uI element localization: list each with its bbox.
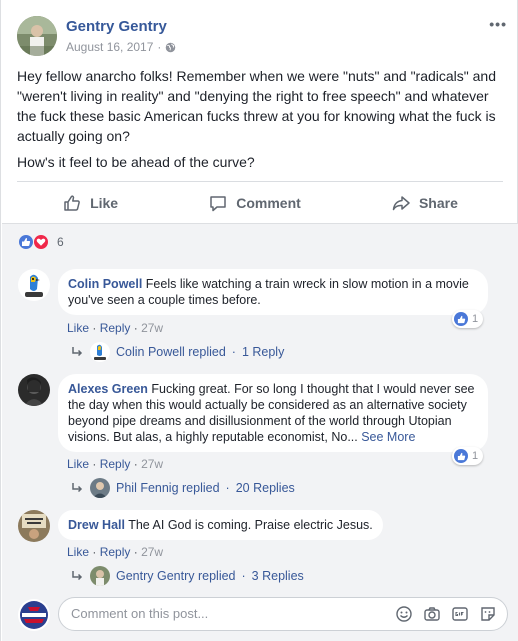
post-text-paragraph-1: Hey fellow anarcho folks! Remember when … <box>17 68 496 144</box>
like-reaction-icon <box>18 234 34 250</box>
reply-arrow-icon <box>72 571 83 581</box>
comment-actions: Like · Reply · 27w <box>67 321 164 335</box>
comment-button[interactable]: Comment <box>208 193 301 213</box>
share-label: Share <box>418 194 458 211</box>
comment-composer: Comment on this post... <box>18 597 508 633</box>
share-button[interactable]: Share <box>391 193 458 213</box>
comment-reply-link[interactable]: Reply <box>100 545 131 559</box>
globe-icon <box>166 42 176 52</box>
comment-bubble: Colin Powell Feels like watching a train… <box>58 269 488 315</box>
love-reaction-icon <box>33 234 49 250</box>
comment-like-link[interactable]: Like <box>67 457 89 471</box>
replier-avatar <box>90 566 110 586</box>
reply-summary-name: Gentry Gentry replied <box>116 569 236 583</box>
reply-summary-name: Phil Fennig replied <box>116 481 220 495</box>
share-arrow-icon <box>392 195 410 210</box>
view-replies-link[interactable]: Gentry Gentry replied · 3 Replies <box>70 566 304 586</box>
comment-author[interactable]: Alexes Green <box>68 382 148 396</box>
author-name[interactable]: Gentry Gentry <box>66 18 167 35</box>
like-button[interactable]: Like <box>62 193 118 213</box>
camera-icon[interactable] <box>423 605 441 623</box>
comment-timestamp[interactable]: 27w <box>141 457 163 471</box>
view-replies-link[interactable]: Phil Fennig replied · 20 Replies <box>70 478 295 498</box>
post-options-button[interactable]: ••• <box>489 16 507 32</box>
meta-separator: · <box>157 40 162 54</box>
post-date[interactable]: August 16, 2017 <box>66 40 153 54</box>
comment-reaction-badge[interactable]: 1 <box>452 310 484 328</box>
comment-actions: Like · Reply · 27w <box>67 545 164 559</box>
commenter-avatar[interactable] <box>18 510 50 542</box>
speech-bubble-icon <box>210 195 226 211</box>
reply-arrow-icon <box>72 347 83 357</box>
comment-bubble: Alexes Green Fucking great. For so long … <box>58 374 488 452</box>
comment-input-placeholder: Comment on this post... <box>71 606 209 621</box>
commenter-avatar[interactable] <box>18 374 50 406</box>
comment-timestamp[interactable]: 27w <box>141 545 163 559</box>
thumbs-up-icon <box>64 194 80 211</box>
post-actions: Like Comment Share <box>17 181 503 223</box>
current-user-avatar <box>18 599 50 631</box>
reactions-summary[interactable]: 6 <box>18 234 64 250</box>
replier-avatar <box>90 342 110 362</box>
reply-arrow-icon <box>72 483 83 493</box>
view-replies-link[interactable]: Colin Powell replied · 1 Reply <box>70 342 284 362</box>
commenter-avatar[interactable] <box>18 269 50 301</box>
comment-reaction-count: 1 <box>472 450 479 462</box>
comment-text: The AI God is coming. Praise electric Je… <box>128 518 373 532</box>
emoji-icon[interactable] <box>395 605 413 623</box>
replier-avatar <box>90 478 110 498</box>
like-reaction-icon <box>454 312 468 326</box>
reaction-count[interactable]: 6 <box>57 235 64 249</box>
comment-reply-link[interactable]: Reply <box>100 321 131 335</box>
like-label: Like <box>90 194 119 211</box>
reply-summary-name: Colin Powell replied <box>116 345 226 359</box>
comment-actions: Like · Reply · 27w <box>67 457 164 471</box>
post-text-paragraph-2: How's it feel to be ahead of the curve? <box>17 154 255 170</box>
like-reaction-icon <box>454 449 468 463</box>
sticker-icon[interactable] <box>479 605 497 623</box>
comment-reaction-count: 1 <box>472 313 479 325</box>
comment-author[interactable]: Colin Powell <box>68 277 142 291</box>
reply-summary-count: 1 Reply <box>241 345 285 359</box>
comment-bubble: Drew Hall The AI God is coming. Praise e… <box>58 510 383 540</box>
comment-author[interactable]: Drew Hall <box>68 518 125 532</box>
reply-summary-count: 3 Replies <box>251 569 304 583</box>
reply-summary-count: 20 Replies <box>235 481 295 495</box>
post-card: Gentry Gentry August 16, 2017 · ••• Hey … <box>0 0 518 641</box>
comment-reply-link[interactable]: Reply <box>100 457 131 471</box>
composer-tools <box>395 605 497 623</box>
see-more-link[interactable]: See More <box>361 430 415 444</box>
author-avatar[interactable] <box>17 16 57 56</box>
comment-timestamp[interactable]: 27w <box>141 321 163 335</box>
comment-input[interactable]: Comment on this post... <box>58 597 508 631</box>
comment-like-link[interactable]: Like <box>67 321 89 335</box>
comments-section: 6 Colin Powell Feels like watching a tra… <box>2 223 518 641</box>
post-body: Hey fellow anarcho folks! Remember when … <box>17 66 507 178</box>
gif-icon[interactable] <box>451 605 469 623</box>
comment-label: Comment <box>236 194 301 211</box>
post-meta: August 16, 2017 · <box>66 40 176 54</box>
post-header: Gentry Gentry August 16, 2017 · ••• <box>17 14 507 60</box>
comment-reaction-badge[interactable]: 1 <box>452 447 484 465</box>
comment-like-link[interactable]: Like <box>67 545 89 559</box>
